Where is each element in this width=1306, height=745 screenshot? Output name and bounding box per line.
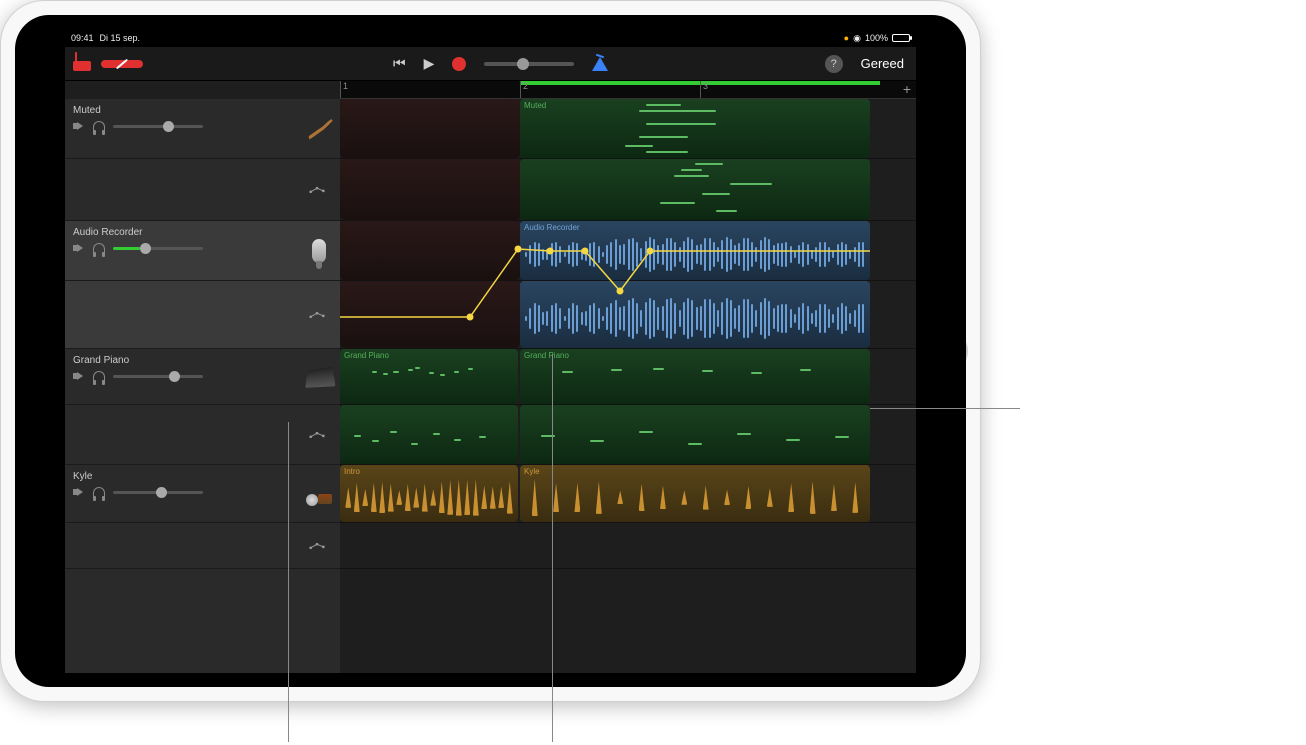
instrument-icon[interactable]	[298, 349, 340, 404]
instrument-icon[interactable]	[298, 99, 340, 158]
status-time: 09:41	[71, 33, 94, 43]
ruler-mark: 1	[340, 81, 348, 98]
region-row: Muted	[340, 99, 916, 159]
app-screen: 09:41 Di 15 sep. ● ◉ 100% ⏮ ▶	[65, 29, 916, 673]
record-button[interactable]	[452, 57, 466, 71]
track-header[interactable]: Audio Recorder	[65, 221, 340, 281]
solo-icon[interactable]	[93, 371, 105, 381]
region[interactable]: Audio Recorder	[520, 221, 870, 280]
automation-row	[65, 281, 340, 349]
lock-icon[interactable]	[73, 55, 91, 73]
instrument-icon[interactable]	[298, 465, 340, 522]
track-name: Grand Piano	[73, 355, 290, 366]
region[interactable]	[520, 281, 870, 348]
region-row	[340, 523, 916, 569]
region-row	[340, 159, 916, 221]
mute-icon[interactable]	[73, 242, 85, 254]
mute-icon[interactable]	[73, 120, 85, 132]
done-button[interactable]: Gereed	[861, 56, 904, 71]
automation-icon[interactable]	[308, 310, 326, 320]
mute-icon[interactable]	[73, 486, 85, 498]
ruler[interactable]: + 1 2 3	[340, 81, 916, 99]
metronome-icon[interactable]	[592, 57, 608, 71]
scrub-slider[interactable]	[484, 62, 574, 66]
track-header[interactable]: Muted	[65, 99, 340, 159]
track-name: Audio Recorder	[73, 227, 290, 238]
region[interactable]	[340, 281, 520, 348]
status-date: Di 15 sep.	[100, 33, 141, 43]
region[interactable]: Intro	[340, 465, 518, 522]
automation-row	[65, 159, 340, 221]
region[interactable]	[340, 159, 520, 220]
track-name: Muted	[73, 105, 290, 116]
automation-row	[65, 405, 340, 465]
battery-pct: 100%	[865, 33, 888, 43]
mute-icon[interactable]	[73, 370, 85, 382]
region[interactable]: Muted	[520, 99, 870, 158]
region[interactable]: Grand Piano	[520, 349, 870, 404]
region-row: Audio Recorder	[340, 221, 916, 281]
region[interactable]: Kyle	[520, 465, 870, 522]
region[interactable]	[340, 99, 520, 158]
volume-slider[interactable]	[113, 375, 203, 378]
automation-icon[interactable]	[308, 430, 326, 440]
battery-icon	[892, 34, 910, 42]
ipad-bezel: 09:41 Di 15 sep. ● ◉ 100% ⏮ ▶	[15, 15, 966, 687]
ruler-mark: 3	[700, 81, 708, 98]
region-row: Grand PianoGrand Piano	[340, 349, 916, 405]
region[interactable]	[520, 159, 870, 220]
ruler-mark: 2	[520, 81, 528, 98]
ipad-frame: 09:41 Di 15 sep. ● ◉ 100% ⏮ ▶	[0, 0, 981, 702]
edit-toggle[interactable]	[101, 60, 143, 68]
tracks-area: Muted Audio Recorder	[65, 99, 916, 673]
solo-icon[interactable]	[93, 243, 105, 253]
automation-icon[interactable]	[308, 541, 326, 551]
track-header[interactable]: Kyle	[65, 465, 340, 523]
transport-controls: ⏮ ▶	[393, 55, 608, 72]
regions-canvas[interactable]: Muted Audio Recorder Grand PianoGrand Pian…	[340, 99, 916, 673]
volume-slider[interactable]	[113, 247, 203, 250]
region[interactable]	[520, 405, 870, 464]
volume-slider[interactable]	[113, 125, 203, 128]
play-button[interactable]: ▶	[424, 55, 435, 72]
instrument-icon[interactable]	[298, 221, 340, 280]
automation-row	[65, 523, 340, 569]
add-section-button[interactable]: +	[900, 82, 914, 96]
hotspot-icon: ●	[844, 33, 849, 43]
track-headers: Muted Audio Recorder	[65, 99, 340, 673]
status-bar: 09:41 Di 15 sep. ● ◉ 100%	[65, 29, 916, 47]
region-row: IntroKyle	[340, 465, 916, 523]
toolbar: ⏮ ▶ ? Gereed	[65, 47, 916, 81]
track-name: Kyle	[73, 471, 290, 482]
region[interactable]: Grand Piano	[340, 349, 518, 404]
region-row	[340, 281, 916, 349]
region[interactable]	[340, 405, 518, 464]
automation-icon[interactable]	[308, 185, 326, 195]
solo-icon[interactable]	[93, 121, 105, 131]
region-row	[340, 405, 916, 465]
region[interactable]	[340, 221, 520, 280]
solo-icon[interactable]	[93, 487, 105, 497]
rewind-button[interactable]: ⏮	[393, 55, 406, 72]
wifi-icon: ◉	[853, 33, 861, 44]
track-header[interactable]: Grand Piano	[65, 349, 340, 405]
pencil-icon	[116, 58, 128, 69]
volume-slider[interactable]	[113, 491, 203, 494]
help-button[interactable]: ?	[825, 55, 843, 73]
